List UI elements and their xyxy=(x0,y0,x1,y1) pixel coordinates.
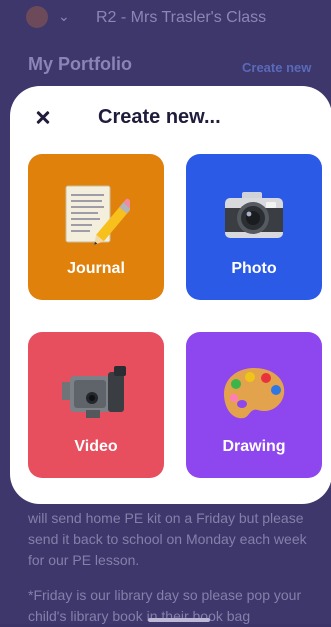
notepad-pencil-icon xyxy=(65,185,130,245)
video-option[interactable]: Video xyxy=(28,332,164,478)
video-camera-icon xyxy=(62,366,126,418)
paint-palette-icon xyxy=(224,368,285,419)
class-name[interactable]: R2 - Mrs Trasler's Class xyxy=(96,9,266,27)
top-bar: ⌄ R2 - Mrs Trasler's Class xyxy=(0,0,331,38)
journal-option[interactable]: Journal xyxy=(28,154,164,300)
close-icon[interactable] xyxy=(34,108,54,128)
camera-icon xyxy=(225,192,283,238)
chevron-down-icon[interactable]: ⌄ xyxy=(58,8,70,25)
drawing-label: Drawing xyxy=(222,438,286,455)
avatar[interactable] xyxy=(26,6,48,28)
video-label: Video xyxy=(74,438,118,455)
create-new-modal: Create new... Journal Photo Video Drawin… xyxy=(10,86,331,504)
page-title: My Portfolio xyxy=(28,54,132,74)
journal-label: Journal xyxy=(67,260,125,277)
post-text: will send home PE kit on a Friday but pl… xyxy=(28,510,307,568)
modal-title: Create new... xyxy=(98,106,221,128)
photo-label: Photo xyxy=(231,260,277,277)
photo-option[interactable]: Photo xyxy=(186,154,322,300)
drawing-option[interactable]: Drawing xyxy=(186,332,322,478)
home-indicator xyxy=(148,618,210,622)
create-new-link[interactable]: Create new xyxy=(242,60,311,75)
